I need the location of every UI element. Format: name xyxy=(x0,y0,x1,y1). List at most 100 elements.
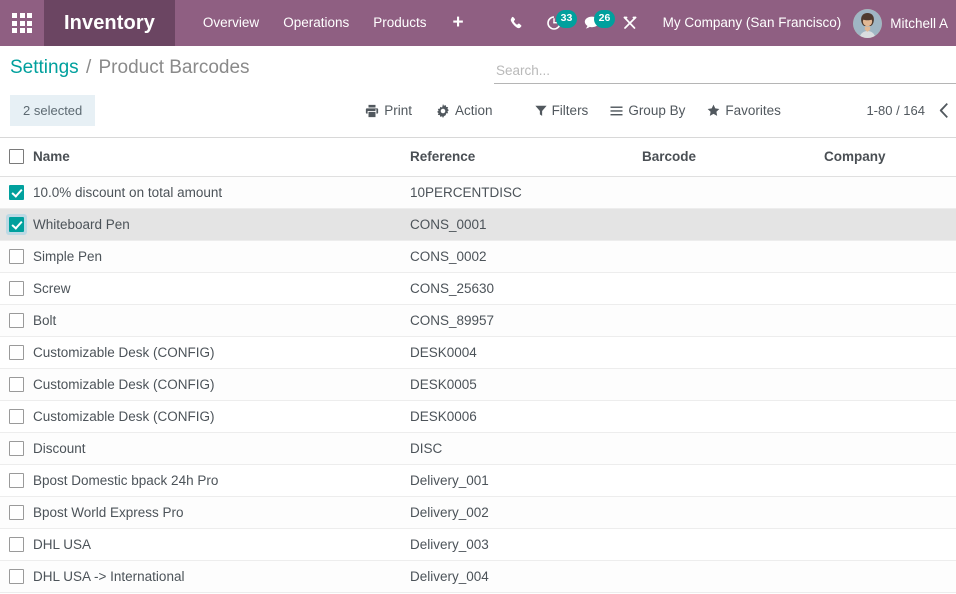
cell-company xyxy=(824,304,956,337)
cell-barcode xyxy=(642,560,824,593)
group-by-dropdown[interactable]: Group By xyxy=(610,103,685,118)
row-checkbox[interactable] xyxy=(9,185,24,200)
chevron-left-icon xyxy=(939,103,948,118)
row-select-cell xyxy=(0,304,33,337)
table-row[interactable]: Bpost Domestic bpack 24h Pro Delivery_001 xyxy=(0,464,956,497)
cell-name: Customizable Desk (CONFIG) xyxy=(33,400,410,433)
breadcrumb-separator: / xyxy=(85,57,92,78)
table-header-row: Name Reference Barcode Company xyxy=(0,138,956,177)
favorites-label: Favorites xyxy=(725,103,781,118)
table-row[interactable]: Bpost World Express Pro Delivery_002 xyxy=(0,496,956,529)
cell-name: Screw xyxy=(33,272,410,305)
row-select-cell xyxy=(0,496,33,529)
column-header-barcode[interactable]: Barcode xyxy=(642,138,824,177)
table-row[interactable]: Screw CONS_25630 xyxy=(0,272,956,305)
row-checkbox[interactable] xyxy=(9,377,24,392)
row-checkbox[interactable] xyxy=(9,249,24,264)
table-row[interactable]: Customizable Desk (CONFIG) DESK0004 xyxy=(0,336,956,369)
print-button-label: Print xyxy=(384,103,413,118)
printer-icon xyxy=(365,104,379,118)
table-row[interactable]: Customizable Desk (CONFIG) DESK0006 xyxy=(0,400,956,433)
cell-name: Bpost World Express Pro xyxy=(33,496,410,529)
user-menu[interactable]: Mitchell A xyxy=(853,8,956,38)
messages-button[interactable]: 26 xyxy=(573,0,616,46)
row-checkbox[interactable] xyxy=(9,473,24,488)
pager-previous-button[interactable] xyxy=(939,103,950,118)
cell-barcode xyxy=(642,496,824,529)
row-checkbox[interactable] xyxy=(9,345,24,360)
table-row[interactable]: Whiteboard Pen CONS_0001 xyxy=(0,208,956,241)
breadcrumb: Settings / Product Barcodes xyxy=(0,55,250,81)
row-select-cell xyxy=(0,176,33,209)
company-switcher[interactable]: My Company (San Francisco) xyxy=(649,0,854,46)
table-row[interactable]: Discount DISC xyxy=(0,432,956,465)
row-checkbox[interactable] xyxy=(9,281,24,296)
select-all-cell xyxy=(0,138,33,177)
table-row[interactable]: DHL USA Delivery_003 xyxy=(0,528,956,561)
table-row[interactable]: DHL USA -> International Delivery_004 xyxy=(0,560,956,593)
row-checkbox[interactable] xyxy=(9,409,24,424)
row-checkbox[interactable] xyxy=(9,441,24,456)
column-header-company[interactable]: Company xyxy=(824,138,956,177)
phone-icon xyxy=(509,16,524,31)
list-view: Name Reference Barcode Company 10.0% dis… xyxy=(0,138,956,593)
cell-company xyxy=(824,240,956,273)
row-select-cell xyxy=(0,528,33,561)
menu-item-products[interactable]: Products xyxy=(361,0,438,46)
row-checkbox[interactable] xyxy=(9,313,24,328)
cell-name: Simple Pen xyxy=(33,240,410,273)
cell-reference: CONS_89957 xyxy=(410,304,642,337)
row-checkbox[interactable] xyxy=(9,505,24,520)
new-record-plus-button[interactable]: + xyxy=(439,0,478,46)
table-row[interactable]: Simple Pen CONS_0002 xyxy=(0,240,956,273)
favorites-dropdown[interactable]: Favorites xyxy=(707,103,781,118)
cell-barcode xyxy=(642,432,824,465)
top-navbar: Inventory Overview Operations Products +… xyxy=(0,0,956,46)
cell-name: Bpost Domestic bpack 24h Pro xyxy=(33,464,410,497)
cell-reference: CONS_0001 xyxy=(410,208,642,241)
cell-barcode xyxy=(642,368,824,401)
menu-item-operations[interactable]: Operations xyxy=(271,0,361,46)
breadcrumb-item-settings[interactable]: Settings xyxy=(10,57,79,78)
cell-reference: Delivery_003 xyxy=(410,528,642,561)
cell-name: DHL USA xyxy=(33,528,410,561)
table-row[interactable]: 10.0% discount on total amount 10PERCENTD… xyxy=(0,176,956,209)
cell-reference: 10PERCENTDISC xyxy=(410,176,642,209)
row-checkbox[interactable] xyxy=(9,569,24,584)
row-select-cell xyxy=(0,400,33,433)
row-select-cell xyxy=(0,432,33,465)
cell-company xyxy=(824,464,956,497)
column-header-reference[interactable]: Reference xyxy=(410,138,642,177)
select-all-checkbox[interactable] xyxy=(9,149,24,164)
developer-tools-button[interactable] xyxy=(611,0,649,46)
cell-reference: DESK0004 xyxy=(410,336,642,369)
cell-company xyxy=(824,208,956,241)
table-row[interactable]: Bolt CONS_89957 xyxy=(0,304,956,337)
selection-count-badge: 2 selected xyxy=(10,95,96,126)
cell-reference: Delivery_001 xyxy=(410,464,642,497)
row-checkbox[interactable] xyxy=(9,537,24,552)
control-panel: Settings / Product Barcodes 2 selected xyxy=(0,46,956,138)
tools-wrench-icon xyxy=(622,15,638,31)
print-button[interactable]: Print xyxy=(365,103,412,118)
cell-barcode xyxy=(642,528,824,561)
search-box[interactable] xyxy=(494,58,956,84)
row-checkbox[interactable] xyxy=(9,217,24,232)
cell-name: DHL USA -> International xyxy=(33,560,410,593)
filters-dropdown[interactable]: Filters xyxy=(534,103,588,118)
apps-menu-button[interactable] xyxy=(0,0,44,46)
apps-grid-icon xyxy=(12,13,32,33)
app-brand-inventory[interactable]: Inventory xyxy=(44,0,175,46)
search-input[interactable] xyxy=(494,63,956,78)
table-row[interactable]: Customizable Desk (CONFIG) DESK0005 xyxy=(0,368,956,401)
group-by-label: Group By xyxy=(628,103,686,118)
cell-company xyxy=(824,560,956,593)
page-title: Product Barcodes xyxy=(98,57,250,78)
menu-item-overview[interactable]: Overview xyxy=(191,0,271,46)
activity-button[interactable]: 33 xyxy=(535,0,578,46)
column-header-name[interactable]: Name xyxy=(33,138,410,177)
phone-button[interactable] xyxy=(498,0,535,46)
action-button[interactable]: Action xyxy=(436,103,493,118)
main-menu: Overview Operations Products + xyxy=(175,0,478,46)
gear-icon xyxy=(436,103,450,118)
